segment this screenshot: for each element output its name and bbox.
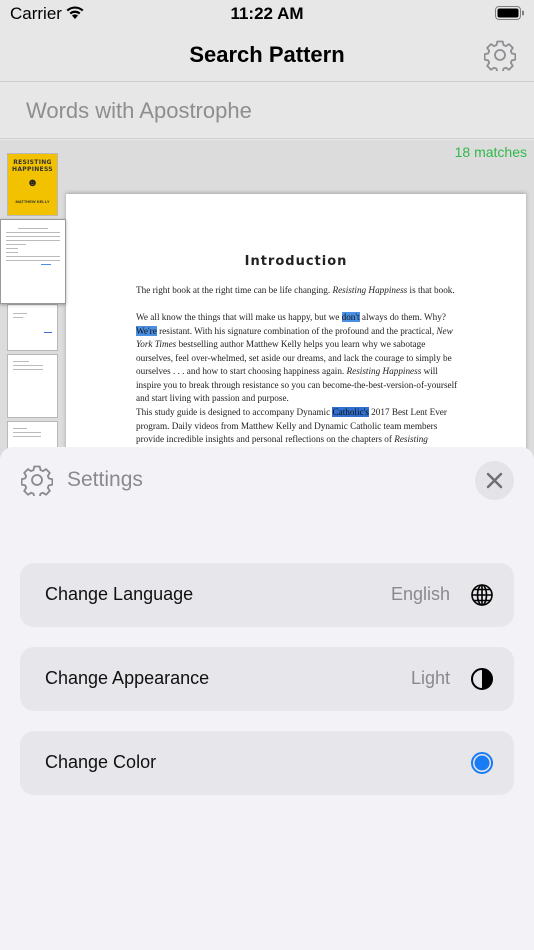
smiley-icon: ☻: [26, 177, 39, 189]
row-label: Change Language: [45, 584, 194, 604]
search-match[interactable]: don't: [341, 312, 360, 322]
close-icon: [486, 472, 503, 489]
paragraph-1: The right book at the right time can be …: [136, 285, 455, 295]
search-bar: [0, 83, 534, 139]
settings-sheet: Settings Change Language English Change …: [0, 447, 534, 950]
cover-author: MATTHEW KELLY: [15, 199, 50, 204]
search-match[interactable]: We're: [136, 325, 157, 336]
thumbnail-current-page[interactable]: [0, 219, 66, 304]
thumbnail-page-3[interactable]: [7, 304, 58, 351]
match-count: 18 matches: [454, 144, 527, 160]
battery-icon: [495, 6, 524, 20]
row-value: English: [390, 584, 450, 604]
settings-title: Settings: [67, 468, 143, 491]
color-circle-icon: [471, 752, 493, 774]
page-heading: Introduction: [244, 254, 348, 269]
gear-icon[interactable]: [484, 39, 516, 71]
document-page: Introduction The right book at the right…: [66, 194, 526, 460]
close-button[interactable]: [475, 461, 514, 500]
change-appearance-row[interactable]: Change Appearance Light: [20, 647, 514, 711]
page-title: Search Pattern: [189, 42, 345, 67]
cover-title-line1: RESISTING: [13, 159, 52, 166]
navigation-bar: Search Pattern: [0, 30, 534, 82]
cover-title-line2: HAPPINESS: [12, 166, 53, 173]
gear-icon: [21, 465, 53, 496]
status-bar: Carrier 11:22 AM: [0, 0, 534, 30]
search-match-current[interactable]: Catholic's: [332, 407, 369, 417]
thumbnail-page-4[interactable]: [7, 354, 58, 418]
row-label: Change Appearance: [45, 668, 210, 688]
row-label: Change Color: [45, 752, 157, 772]
half-circle-icon: [471, 668, 493, 690]
document-viewer[interactable]: 18 matches RESISTING HAPPINESS ☻ MATTHEW…: [0, 140, 534, 460]
change-color-row[interactable]: Change Color: [20, 731, 514, 795]
change-language-row[interactable]: Change Language English: [20, 563, 514, 627]
search-input[interactable]: [26, 98, 506, 124]
globe-icon: [471, 584, 493, 606]
paragraph-2: We all know the things that will make us…: [136, 312, 458, 403]
row-value: Light: [410, 668, 450, 688]
thumbnail-cover[interactable]: RESISTING HAPPINESS ☻ MATTHEW KELLY: [7, 153, 58, 216]
clock: 11:22 AM: [230, 4, 304, 23]
